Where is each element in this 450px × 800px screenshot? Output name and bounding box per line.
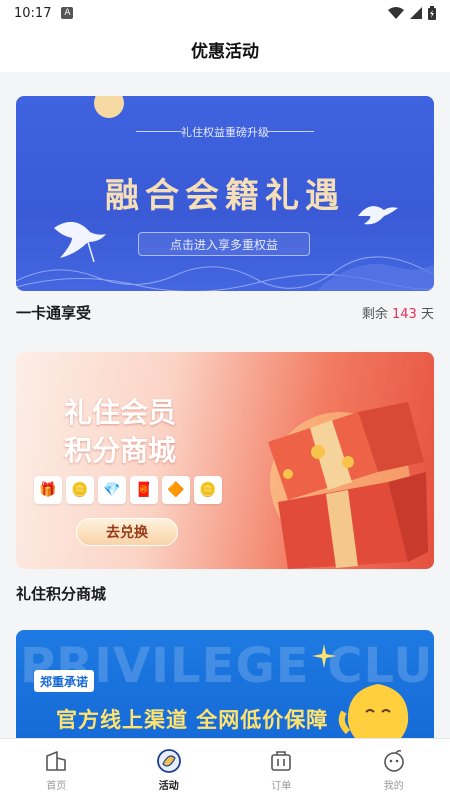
home-icon	[46, 750, 67, 771]
red-envelope-icon: 🧧	[130, 476, 158, 504]
coin-icon: 🪙	[66, 476, 94, 504]
caption-title: 礼住积分商城	[16, 585, 107, 603]
sparkle-icon	[312, 644, 336, 668]
gold-diamond-icon: 🔶	[162, 476, 190, 504]
membership-caption: 一卡通享受 剩余 143 天	[16, 302, 434, 323]
caption-title: 一卡通享受	[16, 304, 92, 322]
membership-banner[interactable]: 礼住权益重磅升级 融合会籍礼遇 点击进入享多重权益	[16, 96, 434, 291]
tab-orders[interactable]: 订单	[225, 739, 338, 800]
banner-headline: 官方线上渠道 全网低价保障	[56, 708, 329, 732]
points-mall-title: 礼住会员 积分商城	[64, 394, 176, 470]
promise-tag: 郑重承诺	[34, 670, 95, 692]
activity-list[interactable]: 礼住权益重磅升级 融合会籍礼遇 点击进入享多重权益 一卡通享受 剩余 143 天…	[0, 72, 450, 738]
tab-label: 订单	[271, 780, 292, 792]
mascot-icon	[338, 684, 409, 738]
wifi-icon	[388, 7, 404, 19]
remain-suffix: 天	[420, 307, 434, 322]
tab-profile[interactable]: 我的	[338, 739, 450, 800]
tab-label: 首页	[46, 780, 67, 792]
profile-icon	[383, 749, 404, 772]
crane-icon	[358, 206, 398, 225]
tab-label: 活动	[158, 780, 179, 792]
notification-icon: A	[61, 7, 74, 19]
title-line-2: 积分商城	[64, 434, 177, 467]
battery-icon	[428, 6, 436, 20]
diamond-icon: 💎	[98, 476, 126, 504]
page-title: 优惠活动	[191, 41, 259, 62]
signal-icon	[410, 7, 422, 19]
gift-box-icon	[268, 402, 428, 569]
wave-decoration	[16, 256, 434, 291]
tab-home[interactable]: 首页	[0, 739, 113, 800]
status-bar: 10:17 A	[0, 0, 450, 26]
gift-row: 🎁 🪙 💎 🧧 🔶 🪙	[34, 476, 222, 504]
activity-icon	[156, 748, 181, 773]
coin-icon: 🪙	[194, 476, 222, 504]
price-guarantee-banner[interactable]: PRIVILEGE CLUB 郑重承诺 官方线上渠道 全网低价保障	[16, 630, 434, 738]
remain-prefix: 剩余	[361, 307, 388, 322]
banner-subtitle: 礼住权益重磅升级	[181, 126, 269, 139]
status-right	[388, 6, 436, 20]
title-line-1: 礼住会员	[64, 396, 177, 429]
points-mall-banner[interactable]: 礼住会员 积分商城 🎁 🪙 💎 🧧 🔶 🪙 去兑换	[16, 352, 434, 569]
sun-decoration	[94, 96, 124, 118]
bottom-tab-bar: 首页 活动 订单 我的	[0, 738, 450, 800]
gift-box-icon: 🎁	[34, 476, 62, 504]
tab-label: 我的	[383, 780, 404, 792]
app-header: 优惠活动	[0, 26, 450, 72]
redeem-button[interactable]: 去兑换	[76, 518, 178, 546]
days-remaining: 剩余 143 天	[362, 303, 434, 322]
tab-activity[interactable]: 活动	[113, 739, 226, 800]
status-time: 10:17	[14, 5, 52, 21]
points-mall-caption: 礼住积分商城	[16, 583, 434, 604]
remain-days: 143	[392, 307, 417, 322]
order-icon	[271, 750, 292, 771]
